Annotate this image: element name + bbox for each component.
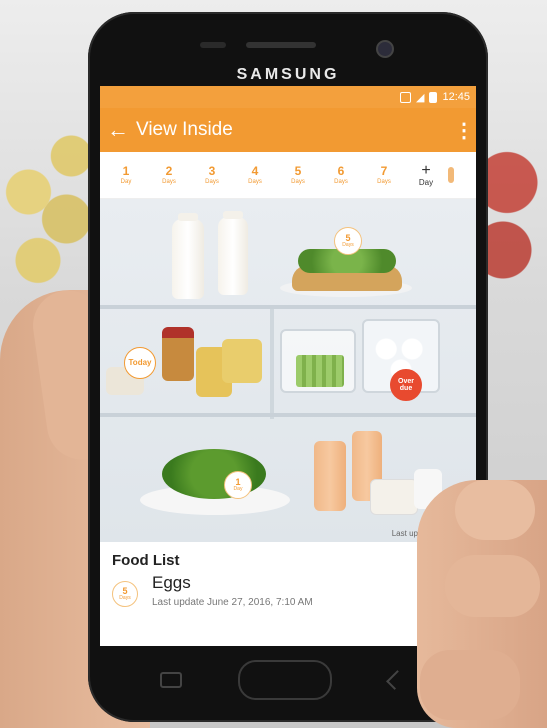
expiry-badge-overdue[interactable]: Over due [390,369,422,401]
day-filter-num: 2 [165,164,173,178]
back-key-icon[interactable] [386,670,406,690]
more-options-icon[interactable]: ⋮ [452,118,476,143]
day-filter-5[interactable]: 5 Days [278,165,318,185]
badge-unit: Day [233,486,243,492]
day-filter-unit: Days [377,179,391,185]
sauce-jar[interactable] [162,327,194,381]
pickle-jar-2[interactable] [222,339,262,383]
milk-cap-2 [223,211,243,219]
day-filter-unit: Days [334,179,348,185]
back-arrow-icon[interactable]: ← [100,117,136,143]
shelf-divider [270,309,274,419]
badge-label: Today [128,358,152,367]
app-bar: ← View Inside ⋮ [100,108,476,152]
add-day-button[interactable]: + Day [407,163,445,187]
shelf-top [100,305,476,309]
badge-unit: Days [342,242,354,248]
day-filter-num: 6 [337,164,345,178]
day-filter-3[interactable]: 3 Days [192,165,232,185]
signal-icon: ◢ [416,91,425,104]
day-filter-num: 5 [294,164,302,178]
milk-cap-1 [178,213,198,221]
right-finger-1 [455,480,535,540]
battery-icon [429,91,438,103]
front-camera-icon [376,40,394,58]
day-filter-unit: Day [120,179,132,185]
badge-label: Over due [398,378,414,392]
day-filter-bar: 1 Day 2 Days 3 Days 4 Days 5 Days 6 Days 7 Days… [100,152,476,199]
day-filter-num: 1 [122,164,130,178]
recent-apps-key-icon[interactable] [160,672,182,688]
day-filter-1[interactable]: 1 Day [106,165,146,185]
day-filter-num: 7 [380,164,388,178]
day-filter-6[interactable]: 6 Days [321,165,361,185]
day-filter-next-edge[interactable] [448,167,454,183]
right-finger-3 [420,650,520,720]
expiry-badge-cake[interactable]: 5 Days [334,227,362,255]
phone-sensor [200,42,226,48]
page-title: View Inside [136,119,233,140]
expiry-badge-today[interactable]: Today [124,347,156,379]
cream-jar[interactable] [370,479,418,515]
day-filter-unit: Days [205,179,219,185]
food-name: Eggs [152,573,191,592]
alarm-icon [400,91,411,103]
badge-unit: Days [119,595,131,601]
food-list-title: Food List [112,552,180,569]
milk-bottle-2[interactable] [218,217,248,295]
shelf-middle [100,413,476,417]
juice-bottle-1[interactable] [314,441,346,511]
plus-icon: + [421,162,431,179]
fridge-view: 5Days Today Over due 1Day Last updated 4… [100,199,476,542]
milk-bottle-1[interactable] [172,219,204,299]
add-day-label: Day [418,178,434,187]
home-button[interactable] [238,660,332,700]
phone-brand: SAMSUNG [236,66,340,83]
celery [296,355,344,387]
day-filter-7[interactable]: 7 Days [364,165,404,185]
day-filter-4[interactable]: 4 Days [235,165,275,185]
background-produce-left [0,120,95,300]
status-bar: ◢ 12:45 [100,86,476,108]
expiry-badge: 5 Days [112,581,138,607]
list-item[interactable]: 5 Days Eggs Last update June 27, 2016, 7:… [112,573,464,608]
day-filter-unit: Days [248,179,262,185]
status-time: 12:45 [442,91,470,103]
right-finger-2 [445,555,540,617]
day-filter-num: 3 [208,164,216,178]
day-filter-num: 4 [251,164,259,178]
expiry-badge-salad[interactable]: 1 Day [224,471,252,499]
day-filter-unit: Days [291,179,305,185]
food-last-update: Last update June 27, 2016, 7:10 AM [152,597,313,608]
day-filter-2[interactable]: 2 Days [149,165,189,185]
day-filter-unit: Days [162,179,176,185]
phone-speaker [246,42,316,48]
